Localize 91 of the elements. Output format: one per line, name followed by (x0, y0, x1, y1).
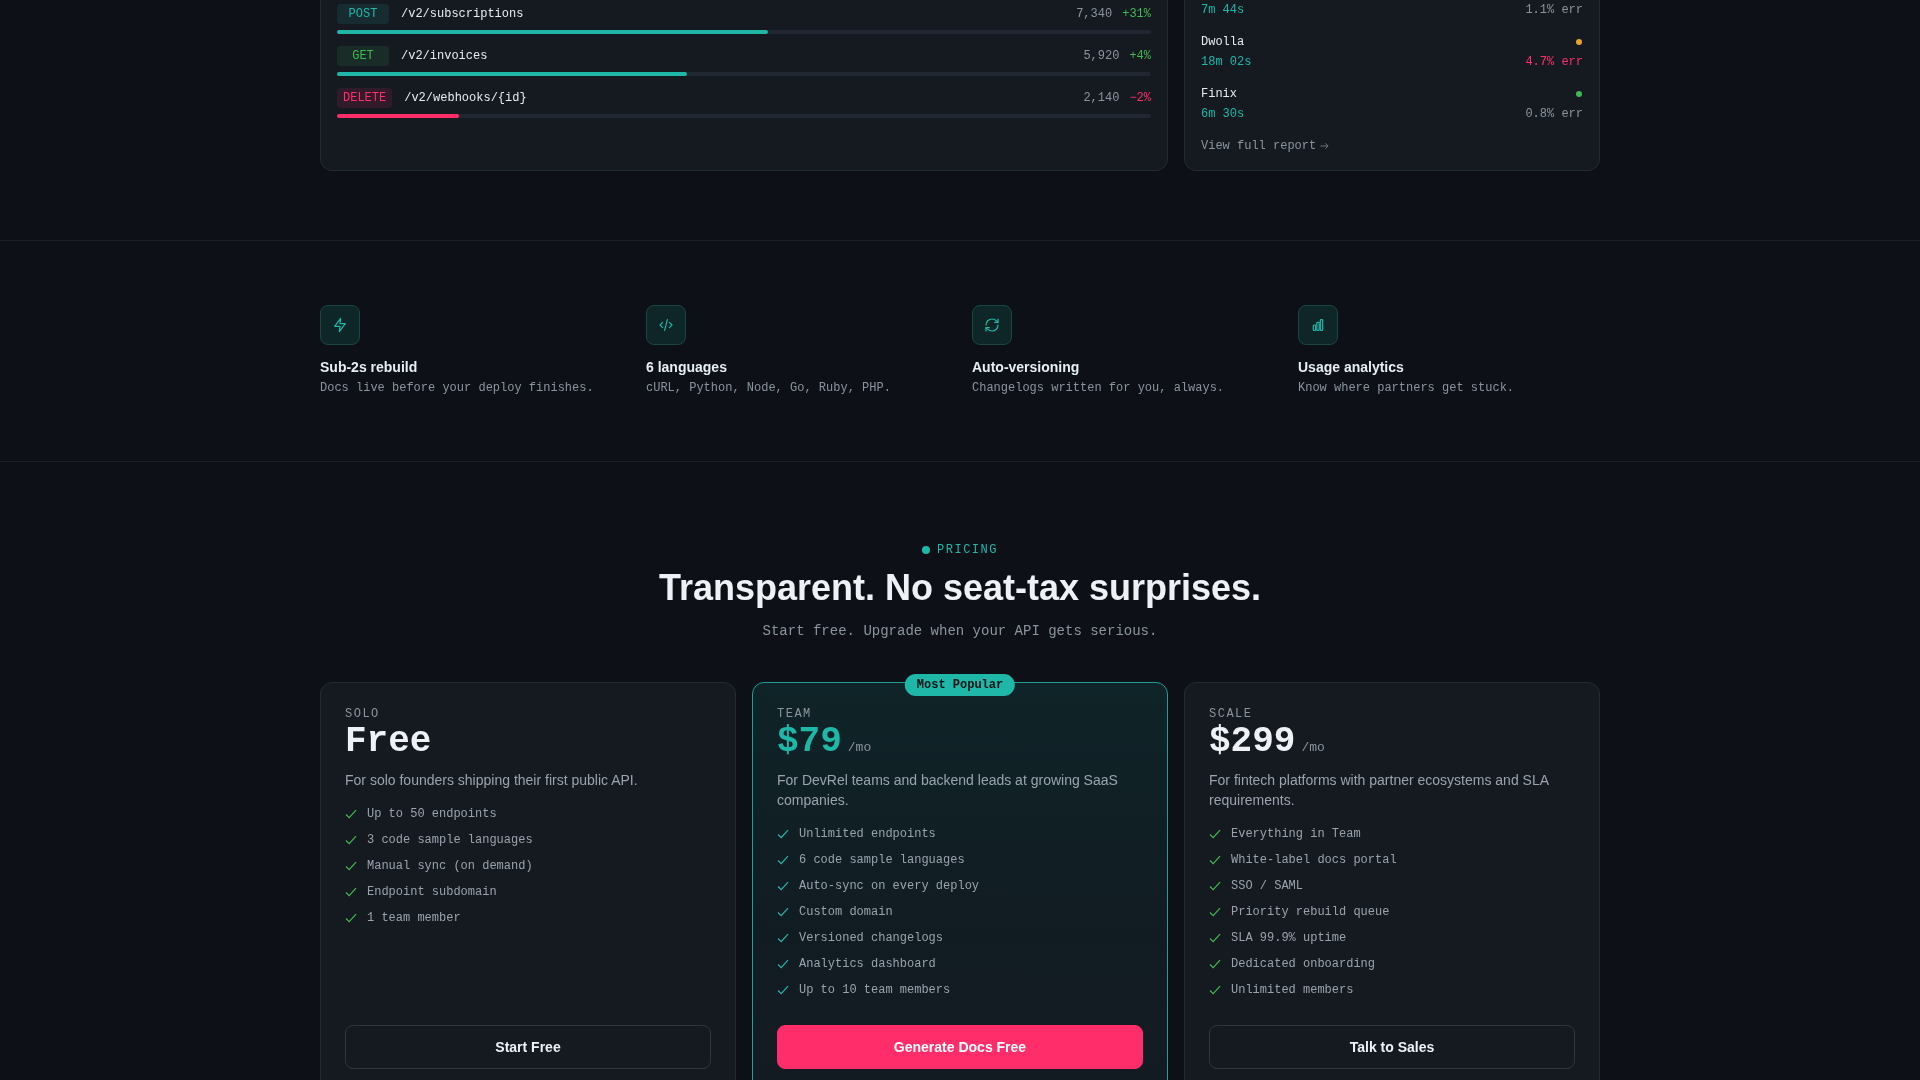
plan-feature: Analytics dashboard (799, 956, 936, 973)
change-percent: −2% (1129, 91, 1151, 105)
partner-name: Dwolla (1201, 34, 1245, 51)
feature-description: Know where partners get stuck. (1298, 380, 1516, 397)
plan-feature: Versioned changelogs (799, 930, 944, 947)
partner-name: Finix (1201, 86, 1237, 103)
plan-description: For solo founders shipping their first public API. (345, 771, 639, 790)
sync-time: 7m 44s (1201, 2, 1245, 19)
request-count: 5,920 (1083, 49, 1120, 63)
check-icon (777, 959, 789, 969)
error-rate: 0.8% err (1525, 106, 1583, 123)
check-icon (345, 809, 357, 819)
plan-feature: Custom domain (799, 904, 893, 921)
plan-badge: Most Popular (904, 674, 1016, 696)
plan-feature: Manual sync (on demand) (367, 858, 533, 875)
plan-feature: Dedicated onboarding (1231, 956, 1376, 973)
plan-price: Free (345, 722, 432, 762)
feature-title: Auto-versioning (972, 358, 1081, 377)
check-icon (1209, 985, 1221, 995)
plan-feature: Everything in Team (1231, 826, 1361, 843)
price-period: /mo (847, 740, 872, 755)
change-percent: +31% (1122, 7, 1151, 21)
section-heading: Transparent. No seat-tax surprises. (657, 566, 1263, 610)
method-tag: DELETE (337, 88, 393, 108)
check-icon (1209, 959, 1221, 969)
plan-feature: 6 code sample languages (799, 852, 965, 869)
check-icon (1209, 933, 1221, 943)
check-icon (1209, 829, 1221, 839)
sync-time: 18m 02s (1201, 54, 1252, 71)
section-eyebrow: PRICING (937, 542, 998, 558)
plan-button[interactable]: Generate Docs Free (777, 1025, 1143, 1069)
plan-feature: 1 team member (367, 910, 461, 927)
plan-name-label: SCALE (1209, 707, 1253, 721)
plan-feature: White-label docs portal (1231, 852, 1397, 869)
plan-feature: Priority rebuild queue (1231, 904, 1390, 921)
plan-feature: 3 code sample languages (367, 832, 533, 849)
plan-button[interactable]: Talk to Sales (1209, 1025, 1575, 1069)
check-icon (1209, 907, 1221, 917)
plan-feature: Up to 50 endpoints (367, 806, 497, 823)
check-icon (345, 835, 357, 845)
plan-feature: SSO / SAML (1231, 878, 1303, 895)
refresh-icon (972, 305, 1012, 345)
endpoint-path: /v2/invoices (401, 49, 488, 63)
check-icon (777, 829, 789, 839)
plan-price: $79 (777, 722, 842, 762)
price-period: /mo (1301, 740, 1325, 755)
section-subtitle: Start free. Upgrade when your API gets serious. (761, 622, 1159, 641)
plan-feature: Auto-sync on every deploy (799, 878, 980, 895)
endpoint-path: /v2/subscriptions (401, 7, 524, 21)
check-icon (777, 985, 789, 995)
method-tag: POST (337, 4, 389, 24)
check-icon (345, 887, 357, 897)
plan-feature: SLA 99.9% uptime (1231, 930, 1347, 947)
plan-feature: Up to 10 team members (799, 982, 951, 999)
dot-icon (922, 546, 931, 554)
plan-button[interactable]: Start Free (345, 1025, 711, 1069)
plan-name-label: TEAM (777, 707, 812, 721)
bar-chart-icon (1298, 305, 1338, 345)
plan-feature: Unlimited members (1231, 982, 1354, 999)
endpoint-path: /v2/webhooks/{id} (404, 91, 527, 105)
feature-description: cURL, Python, Node, Go, Ruby, PHP. (646, 380, 892, 397)
plan-description: For fintech platforms with partner ecosystems and SLA requirements. (1209, 771, 1550, 810)
plan-feature: Endpoint subdomain (367, 884, 497, 901)
feature-title: Usage analytics (1298, 358, 1405, 377)
check-icon (1209, 855, 1221, 865)
check-icon (777, 855, 789, 865)
feature-title: 6 languages (646, 358, 728, 377)
view-report-link[interactable]: View full report (1201, 136, 1330, 156)
request-count: 2,140 (1083, 91, 1120, 105)
feature-description: Docs live before your deploy finishes. (320, 380, 595, 397)
arrow-right-icon (1320, 142, 1330, 150)
method-tag: GET (337, 46, 389, 66)
plan-name-label: SOLO (345, 707, 380, 721)
sync-time: 6m 30s (1201, 106, 1245, 123)
feature-description: Changelogs written for you, always. (972, 380, 1226, 397)
plan-feature: Unlimited endpoints (799, 826, 936, 843)
check-icon (777, 907, 789, 917)
check-icon (777, 933, 789, 943)
change-percent: +4% (1129, 49, 1151, 63)
code-icon (646, 305, 686, 345)
request-count: 7,340 (1076, 7, 1113, 21)
check-icon (777, 881, 789, 891)
error-rate: 1.1% err (1525, 2, 1583, 19)
lightning-icon (320, 305, 360, 345)
plan-price: $299 (1209, 722, 1296, 762)
check-icon (1209, 881, 1221, 891)
feature-title: Sub-2s rebuild (320, 358, 419, 377)
plan-description: For DevRel teams and backend leads at growing SaaS companies. (777, 771, 1119, 810)
check-icon (345, 913, 357, 923)
check-icon (345, 861, 357, 871)
error-rate: 4.7% err (1525, 54, 1583, 71)
